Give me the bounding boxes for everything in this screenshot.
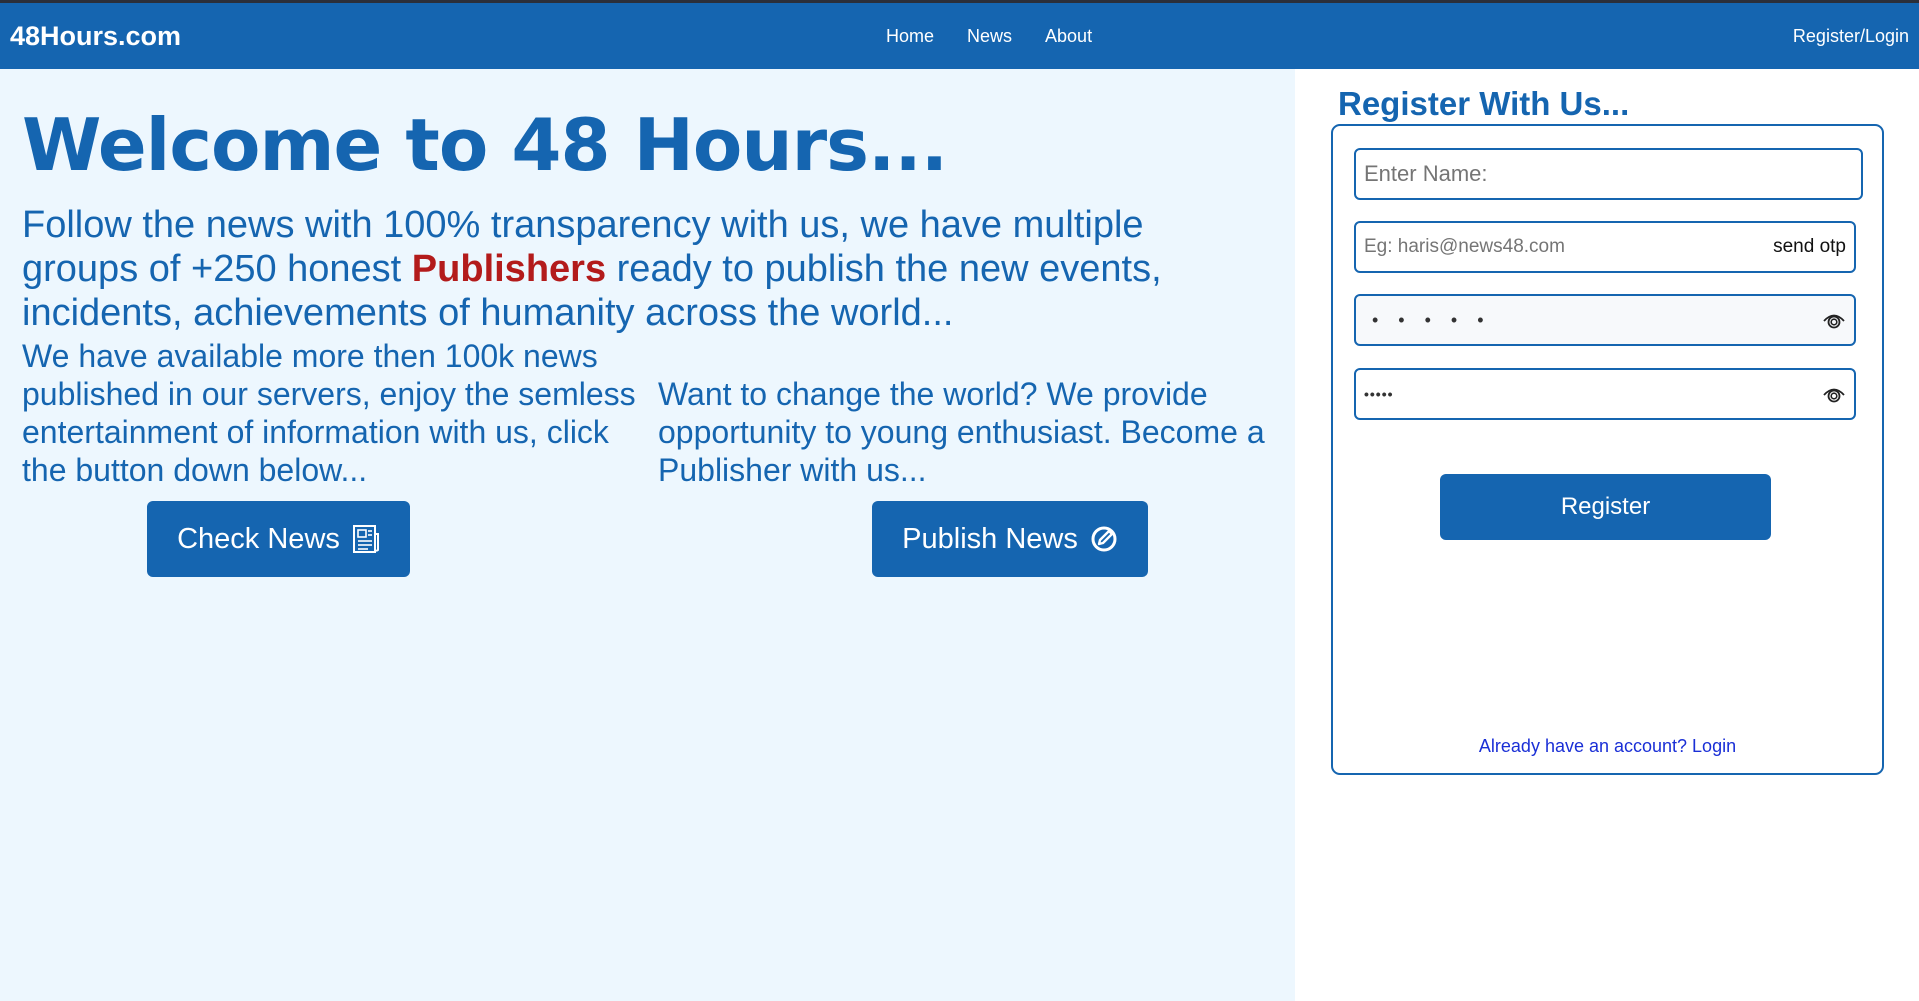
password-field[interactable]: ••••• (1354, 294, 1856, 346)
email-input[interactable] (1364, 236, 1766, 258)
publisher-info-text: Want to change the world? We provide opp… (658, 376, 1265, 488)
nav-link-home[interactable]: Home (886, 26, 934, 47)
send-otp-button[interactable]: send otp (1765, 236, 1846, 258)
nav-link-news[interactable]: News (967, 26, 1012, 47)
check-news-label: Check News (177, 522, 340, 555)
navbar: 48Hours.com Home News About Register/Log… (0, 3, 1919, 69)
name-input[interactable] (1364, 161, 1853, 187)
publish-news-label: Publish News (902, 522, 1078, 555)
password-masked-value[interactable]: ••••• (1364, 310, 1822, 331)
hero-section: Welcome to 48 Hours... Follow the news w… (0, 69, 1295, 1001)
name-field[interactable] (1354, 148, 1863, 200)
publish-news-button[interactable]: Publish News (872, 501, 1148, 577)
confirm-password-field[interactable]: ••••• (1354, 368, 1856, 420)
register-panel: Register With Us... send otp ••••• ••••• (1295, 69, 1919, 1001)
register-form: send otp ••••• ••••• Register Already ha… (1331, 124, 1884, 775)
show-confirm-password-eye-icon[interactable] (1822, 382, 1846, 406)
check-news-button[interactable]: Check News (147, 501, 410, 577)
publishers-highlight: Publishers (411, 248, 607, 290)
email-field[interactable]: send otp (1354, 221, 1856, 273)
nav-link-about[interactable]: About (1045, 26, 1092, 47)
show-password-eye-icon[interactable] (1822, 308, 1846, 332)
edit-pencil-icon (1091, 526, 1117, 552)
hero-intro: Follow the news with 100% transparency w… (22, 203, 1222, 335)
brand-logo[interactable]: 48Hours.com (10, 3, 181, 69)
register-button[interactable]: Register (1440, 474, 1771, 540)
newspaper-icon (352, 525, 379, 553)
news-info-text: We have available more then 100k news pu… (22, 338, 636, 488)
register-title: Register With Us... (1338, 85, 1630, 122)
hero-title: Welcome to 48 Hours... (22, 103, 948, 187)
login-link[interactable]: Already have an account? Login (1333, 736, 1882, 757)
nav-links: Home News About (886, 3, 1092, 69)
confirm-password-masked-value[interactable]: ••••• (1364, 386, 1822, 402)
nav-register-login[interactable]: Register/Login (1793, 3, 1909, 69)
